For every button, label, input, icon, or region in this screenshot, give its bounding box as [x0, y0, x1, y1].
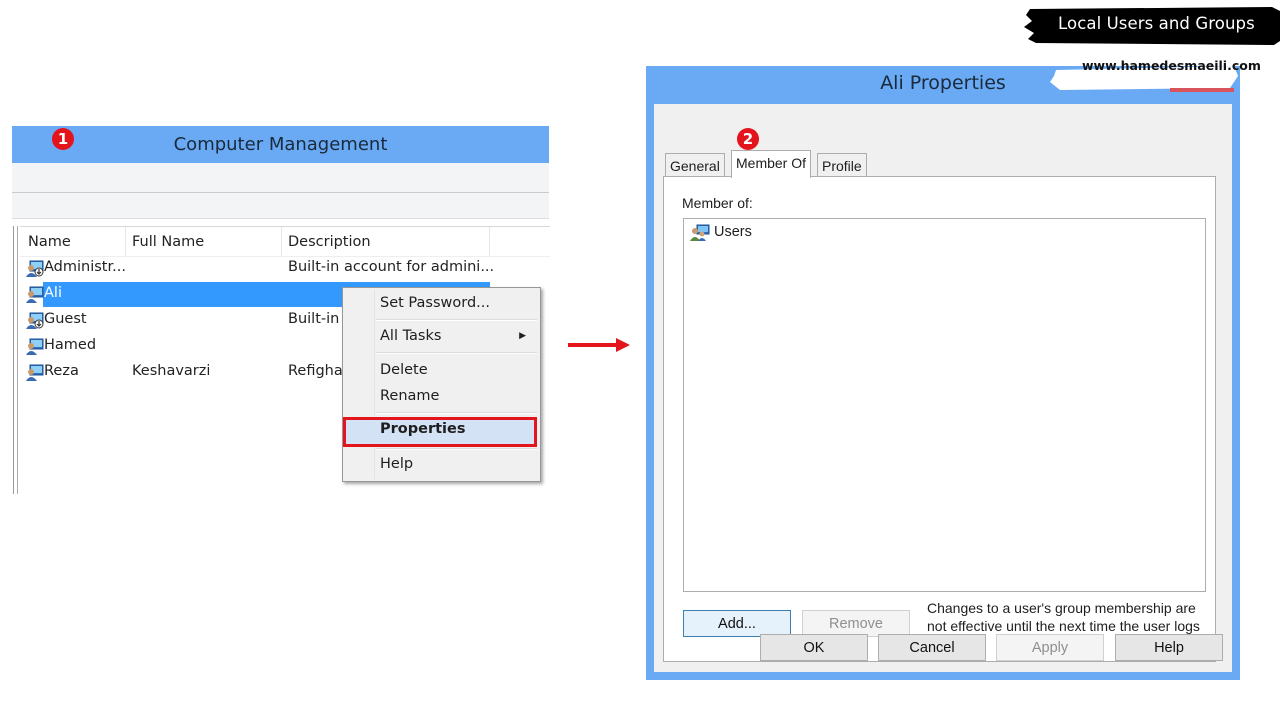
cell-name: Reza: [44, 363, 79, 379]
cell-name: Guest: [44, 311, 87, 327]
user-icon: [26, 338, 44, 355]
cell-name: Ali: [44, 285, 62, 301]
step-badge-2: 2: [737, 128, 759, 150]
users-group-icon: [690, 224, 710, 241]
menu-item-help[interactable]: Help: [345, 453, 536, 477]
remove-button[interactable]: Remove: [802, 610, 910, 637]
menu-item-rename[interactable]: Rename: [345, 385, 536, 409]
step-badge-1: 1: [52, 128, 74, 150]
tab-member-of[interactable]: Member Of: [731, 150, 812, 178]
column-header-name[interactable]: Name: [28, 234, 71, 250]
menu-item-label: Properties: [380, 421, 466, 437]
title-banner: Local Users and Groups: [1022, 5, 1280, 45]
tab-general[interactable]: General: [665, 153, 725, 176]
submenu-arrow-icon: ▶: [519, 331, 526, 341]
column-header-description[interactable]: Description: [288, 234, 371, 250]
website-url: www.hamedesmaeili.com: [1082, 58, 1261, 73]
cancel-button[interactable]: Cancel: [878, 634, 986, 661]
cell-description: Built-in account for admini...: [288, 259, 495, 275]
cell-name: Administr...: [44, 259, 126, 275]
column-headers: Name Full Name Description: [20, 226, 550, 257]
menu-item-label: All Tasks: [380, 328, 442, 344]
table-row[interactable]: Administr... Built-in account for admini.…: [20, 256, 494, 281]
group-name: Users: [714, 224, 752, 240]
properties-dialog: Ali Properties 2 General Member Of Profi…: [646, 66, 1240, 680]
member-of-label: Member of:: [682, 195, 753, 211]
cell-full-name: Keshavarzi: [132, 363, 211, 379]
toolbar: [12, 193, 549, 219]
close-button-fragment: [1170, 88, 1234, 92]
user-icon: [26, 364, 44, 381]
menu-item-properties[interactable]: Properties: [343, 417, 537, 447]
cell-description: Refighar: [288, 363, 349, 379]
banner-title: Local Users and Groups: [1058, 14, 1255, 33]
admin-user-icon: [26, 260, 44, 277]
context-menu: Set Password... All Tasks ▶ Delete Renam…: [342, 287, 541, 482]
add-button[interactable]: Add...: [683, 610, 791, 637]
ok-button[interactable]: OK: [760, 634, 868, 661]
menu-item-label: Rename: [380, 388, 440, 404]
menu-item-set-password[interactable]: Set Password...: [345, 292, 536, 316]
menu-item-label: Delete: [380, 362, 428, 378]
menu-item-label: Set Password...: [380, 295, 490, 311]
groups-list[interactable]: Users: [683, 218, 1206, 592]
window-title-bar: 1 Computer Management: [12, 126, 549, 163]
user-icon: [26, 286, 44, 303]
dialog-body: 2 General Member Of Profile Member of: U…: [654, 104, 1232, 672]
help-button[interactable]: Help: [1115, 634, 1223, 661]
column-header-full-name[interactable]: Full Name: [132, 234, 204, 250]
menu-bar: [12, 163, 549, 193]
menu-item-all-tasks[interactable]: All Tasks ▶: [345, 325, 536, 349]
cell-name: Hamed: [44, 337, 97, 353]
tab-profile[interactable]: Profile: [817, 153, 867, 176]
window-title: Computer Management: [173, 134, 388, 155]
admin-user-icon: [26, 312, 44, 329]
right-arrow-icon: [568, 338, 630, 352]
menu-item-label: Help: [380, 456, 414, 472]
menu-item-delete[interactable]: Delete: [345, 359, 536, 383]
member-of-panel: Member of: Users Add... Remove Changes t: [663, 176, 1216, 662]
apply-button[interactable]: Apply: [996, 634, 1104, 661]
